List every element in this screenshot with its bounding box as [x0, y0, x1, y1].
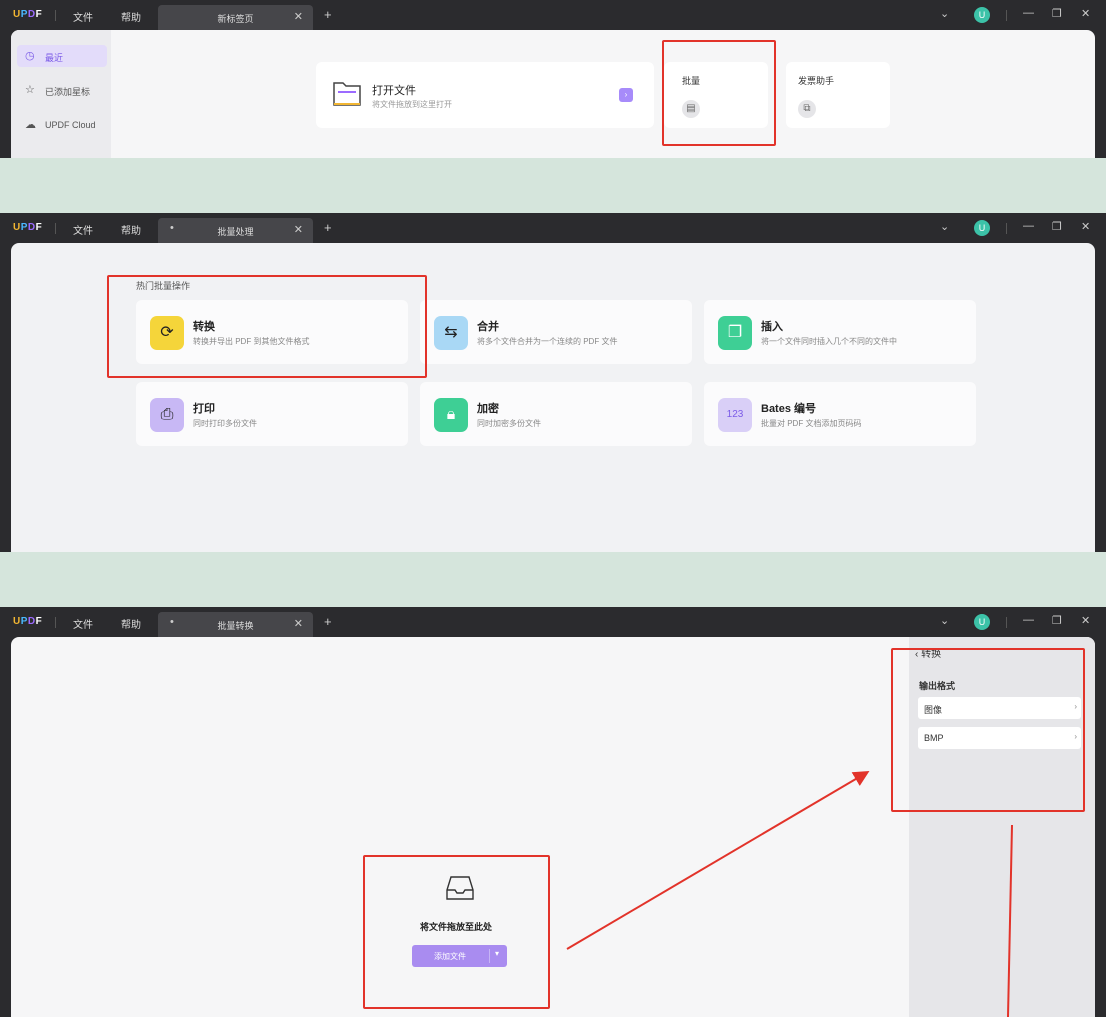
op-desc: 同时加密多份文件 [477, 419, 541, 428]
menu-file[interactable]: 文件 [73, 222, 93, 237]
op-desc: 将一个文件同时插入几个不同的文件中 [761, 337, 897, 346]
restore-icon[interactable]: ❐ [1052, 220, 1062, 233]
menu-help[interactable]: 帮助 [121, 222, 141, 237]
op-title: 打印 [193, 403, 215, 415]
sidebar-item-label: 最近 [45, 53, 64, 63]
folder-icon [333, 82, 361, 106]
cloud-icon: ☁ [25, 119, 36, 131]
divider [1006, 10, 1007, 21]
op-card-insert[interactable]: ❐ 插入 将一个文件同时插入几个不同的文件中 [704, 300, 976, 364]
sidebar-item-cloud[interactable]: ☁ UPDF Cloud [17, 114, 107, 136]
star-icon: ☆ [25, 84, 35, 96]
divider [55, 10, 56, 21]
print-icon: ⎙ [150, 398, 184, 432]
chevron-down-icon[interactable]: ⌄ [940, 220, 949, 233]
assistant-icon: ⧉ [798, 100, 816, 118]
screen-new-tab: UPDF 文件 帮助 新标签页 ✕ + ⌄ U — ❐ ✕ ◷ 最近 ☆ 已添加… [0, 0, 1106, 158]
tab-title: 批量处理 [217, 227, 254, 237]
sidebar: ◷ 最近 ☆ 已添加星标 ☁ UPDF Cloud [11, 30, 111, 158]
highlight-box [107, 275, 427, 378]
close-icon[interactable]: ✕ [1081, 220, 1090, 233]
op-card-bates[interactable]: 123 Bates 编号 批量对 PDF 文档添加页码码 [704, 382, 976, 446]
merge-icon: ⇆ [434, 316, 468, 350]
new-tab-icon[interactable]: + [324, 7, 332, 22]
close-icon[interactable]: ✕ [1081, 7, 1090, 20]
tab-new[interactable]: 新标签页 ✕ [158, 5, 313, 30]
sidebar-item-recent[interactable]: ◷ 最近 [17, 45, 107, 67]
restore-icon[interactable]: ❐ [1052, 7, 1062, 20]
avatar[interactable]: U [974, 220, 990, 236]
annotation-arrows [566, 770, 1013, 1017]
bates-icon: 123 [718, 398, 752, 432]
tab-close-icon[interactable]: ✕ [294, 10, 303, 23]
assistant-card[interactable]: 发票助手 ⧉ [786, 62, 890, 128]
op-desc: 批量对 PDF 文档添加页码码 [761, 419, 862, 428]
assistant-label: 发票助手 [798, 76, 835, 86]
op-title: 加密 [477, 403, 499, 415]
new-tab-icon[interactable]: + [324, 220, 332, 235]
title-bar: UPDF 文件 帮助 • 批量处理 ✕ + ⌄ U — ❐ ✕ [0, 213, 1106, 243]
tab-title: 新标签页 [217, 14, 254, 24]
clock-icon: ◷ [25, 50, 35, 62]
screen-batch-convert: UPDF 文件 帮助 • 批量转换 ✕ + ⌄ U — ❐ ✕ ‹ 转换 输出格… [0, 607, 1106, 1017]
tab-batch[interactable]: • 批量处理 ✕ [158, 218, 313, 243]
insert-icon: ❐ [718, 316, 752, 350]
sidebar-item-starred[interactable]: ☆ 已添加星标 [17, 79, 107, 101]
op-desc: 同时打印多份文件 [193, 419, 257, 428]
arrow-line [566, 770, 870, 950]
screen-batch: UPDF 文件 帮助 • 批量处理 ✕ + ⌄ U — ❐ ✕ 热门批量操作 ⟳… [0, 213, 1106, 552]
menu-file[interactable]: 文件 [73, 9, 93, 24]
menu-help[interactable]: 帮助 [121, 9, 141, 24]
arrow-line [1007, 824, 1013, 1017]
sidebar-item-label: 已添加星标 [45, 87, 91, 97]
minimize-icon[interactable]: — [1023, 220, 1034, 232]
open-file-desc: 将文件拖放到这里打开 [372, 100, 452, 109]
tab-close-icon[interactable]: ✕ [294, 223, 303, 236]
divider [1006, 223, 1007, 234]
op-title: 插入 [761, 321, 783, 333]
open-file-title: 打开文件 [372, 85, 416, 97]
chevron-down-icon[interactable]: ⌄ [940, 7, 949, 20]
op-title: Bates 编号 [761, 403, 817, 415]
highlight-box [662, 40, 776, 146]
title-bar: UPDF 文件 帮助 新标签页 ✕ + ⌄ U — ❐ ✕ [0, 0, 1106, 30]
open-arrow-icon[interactable]: › [619, 88, 633, 102]
app-logo: UPDF [13, 9, 43, 20]
minimize-icon[interactable]: — [1023, 7, 1034, 19]
sidebar-item-label: UPDF Cloud [45, 120, 96, 130]
op-title: 合并 [477, 321, 499, 333]
avatar[interactable]: U [974, 7, 990, 23]
op-card-encrypt[interactable]: 🔒︎ 加密 同时加密多份文件 [420, 382, 692, 446]
open-file-card[interactable]: 打开文件 将文件拖放到这里打开 › [316, 62, 654, 128]
lock-icon: 🔒︎ [434, 398, 468, 432]
home-content: ◷ 最近 ☆ 已添加星标 ☁ UPDF Cloud 打开文件 将文件拖放到这里打… [11, 30, 1095, 158]
op-desc: 将多个文件合并为一个连续的 PDF 文件 [477, 337, 618, 346]
divider [55, 223, 56, 234]
app-logo: UPDF [13, 222, 43, 233]
op-card-print[interactable]: ⎙ 打印 同时打印多份文件 [136, 382, 408, 446]
op-card-merge[interactable]: ⇆ 合并 将多个文件合并为一个连续的 PDF 文件 [420, 300, 692, 364]
